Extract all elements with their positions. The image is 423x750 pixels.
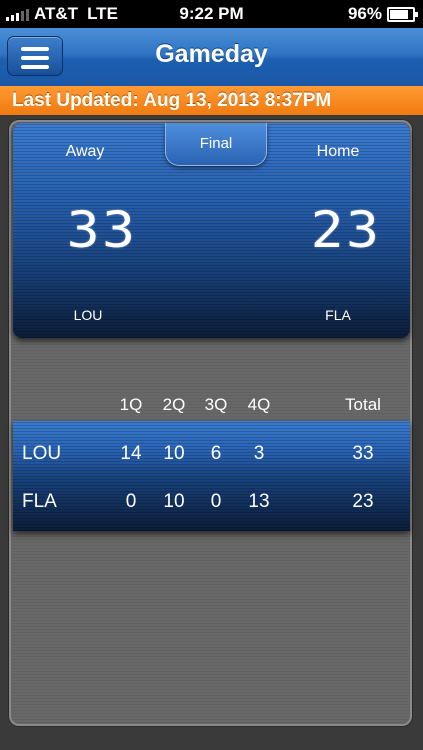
status-bar: AT&T LTE 9:22 PM 96% — [0, 0, 423, 28]
row-total: 33 — [352, 443, 374, 464]
battery-percent: 96% — [347, 4, 382, 23]
battery-icon — [387, 6, 418, 22]
table-row: FLA 0 10 0 13 23 — [0, 491, 423, 521]
header-q4: 4Q — [247, 395, 271, 414]
row-q1: 0 — [125, 491, 137, 512]
row-q2: 10 — [163, 443, 185, 464]
game-status-label: Final — [199, 135, 233, 152]
scoreboard: Final Away Home 33 23 LOU FLA — [13, 123, 410, 338]
last-updated-banner: Last Updated: Aug 13, 2013 8:37PM — [0, 86, 423, 115]
header-q1: 1Q — [119, 395, 143, 414]
row-q1: 14 — [120, 443, 142, 464]
row-team: FLA — [22, 491, 57, 512]
game-status-tab: Final — [165, 123, 267, 166]
row-q2: 10 — [163, 491, 185, 512]
header-q3: 3Q — [204, 395, 228, 414]
away-score: 33 — [66, 201, 138, 259]
page-title: Gameday — [155, 40, 268, 68]
navigation-bar: Gameday — [0, 28, 423, 87]
away-team-name: LOU — [73, 307, 103, 323]
row-q4: 13 — [248, 491, 270, 512]
row-q3: 0 — [210, 491, 222, 512]
home-team-name: FLA — [325, 307, 351, 323]
row-total: 23 — [352, 491, 374, 512]
away-label: Away — [65, 143, 105, 160]
linescore-header: 1Q 2Q 3Q 4Q Total — [0, 395, 423, 417]
home-label: Home — [316, 143, 360, 160]
row-q3: 6 — [210, 443, 222, 464]
row-team: LOU — [22, 443, 62, 464]
table-row: LOU 14 10 6 3 33 — [0, 443, 423, 473]
row-q4: 3 — [253, 443, 265, 464]
home-score: 23 — [310, 201, 382, 259]
header-q2: 2Q — [162, 395, 186, 414]
header-total: Total — [345, 395, 381, 414]
